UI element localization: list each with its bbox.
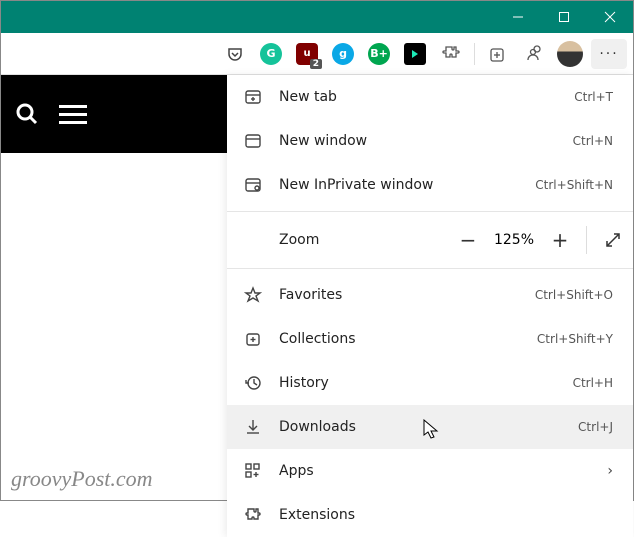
window-titlebar [1, 1, 633, 33]
extensions-puzzle-icon[interactable] [436, 39, 466, 69]
extensions-icon [243, 506, 263, 524]
menu-history[interactable]: History Ctrl+H [227, 361, 633, 405]
menu-label: Extensions [279, 507, 613, 523]
pocket-extension-icon[interactable] [220, 39, 250, 69]
zoom-separator [586, 226, 587, 254]
menu-label: Favorites [279, 287, 519, 303]
menu-shortcut: Ctrl+Shift+O [535, 288, 613, 302]
menu-downloads[interactable]: Downloads Ctrl+J [227, 405, 633, 449]
g-extension-icon[interactable]: g [328, 39, 358, 69]
history-icon [243, 374, 263, 392]
menu-apps[interactable]: Apps › [227, 449, 633, 493]
star-icon [243, 286, 263, 304]
media-extension-icon[interactable] [400, 39, 430, 69]
menu-new-tab[interactable]: New tab Ctrl+T [227, 75, 633, 119]
menu-extensions[interactable]: Extensions [227, 493, 633, 537]
chevron-right-icon: › [607, 463, 613, 479]
menu-shortcut: Ctrl+Shift+N [535, 178, 613, 192]
toolbar-separator [474, 43, 475, 65]
menu-new-window[interactable]: New window Ctrl+N [227, 119, 633, 163]
collections-toolbar-icon[interactable] [483, 39, 513, 69]
menu-divider [227, 268, 633, 269]
watermark: groovyPost.com [11, 466, 153, 492]
menu-collections[interactable]: Collections Ctrl+Shift+Y [227, 317, 633, 361]
menu-label: Collections [279, 331, 521, 347]
browser-toolbar: G u2 g B+ ··· [1, 33, 633, 75]
zoom-in-button[interactable]: + [540, 220, 580, 260]
fullscreen-button[interactable] [593, 220, 633, 260]
menu-label: Downloads [279, 419, 562, 435]
profile-avatar[interactable] [555, 39, 585, 69]
menu-shortcut: Ctrl+J [578, 420, 613, 434]
ublock-extension-icon[interactable]: u2 [292, 39, 322, 69]
new-window-icon [243, 132, 263, 150]
page-content [1, 75, 229, 500]
bplus-extension-icon[interactable]: B+ [364, 39, 394, 69]
maximize-button[interactable] [541, 1, 587, 33]
settings-more-button[interactable]: ··· [591, 39, 627, 69]
zoom-out-button[interactable]: − [448, 220, 488, 260]
menu-label: Apps [279, 463, 591, 479]
zoom-value: 125% [488, 232, 540, 248]
hamburger-menu-icon[interactable] [59, 105, 87, 124]
menu-label: History [279, 375, 557, 391]
menu-shortcut: Ctrl+T [574, 90, 613, 104]
menu-shortcut: Ctrl+H [573, 376, 613, 390]
menu-label: New InPrivate window [279, 177, 519, 193]
ublock-badge: 2 [310, 59, 322, 69]
feedback-icon[interactable] [519, 39, 549, 69]
inprivate-icon [243, 176, 263, 194]
menu-label: New tab [279, 89, 558, 105]
close-button[interactable] [587, 1, 633, 33]
menu-label: New window [279, 133, 557, 149]
grammarly-extension-icon[interactable]: G [256, 39, 286, 69]
apps-icon [243, 462, 263, 480]
menu-shortcut: Ctrl+N [573, 134, 613, 148]
menu-new-inprivate[interactable]: New InPrivate window Ctrl+Shift+N [227, 163, 633, 207]
zoom-label: Zoom [279, 232, 379, 248]
minimize-button[interactable] [495, 1, 541, 33]
settings-menu: New tab Ctrl+T New window Ctrl+N New InP… [227, 75, 633, 537]
page-header [1, 75, 229, 153]
collections-icon [243, 330, 263, 348]
download-icon [243, 418, 263, 436]
menu-zoom: Zoom − 125% + [227, 216, 633, 264]
new-tab-icon [243, 88, 263, 106]
menu-favorites[interactable]: Favorites Ctrl+Shift+O [227, 273, 633, 317]
search-icon[interactable] [15, 102, 39, 126]
menu-shortcut: Ctrl+Shift+Y [537, 332, 613, 346]
menu-divider [227, 211, 633, 212]
